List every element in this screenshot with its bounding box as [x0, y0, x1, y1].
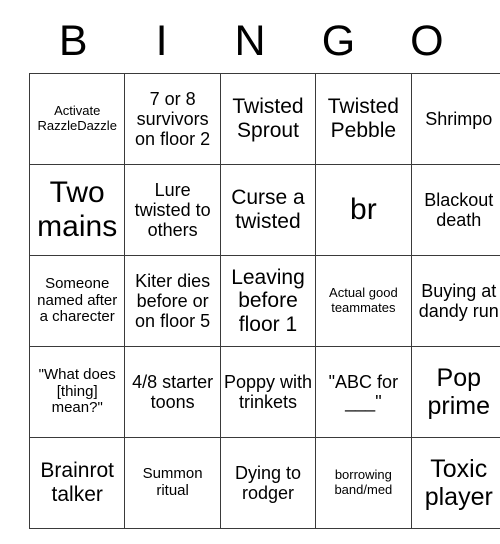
bingo-row: Brainrot talker Summon ritual Dying to r… [28, 437, 500, 529]
bingo-cell-label: Activate RazzleDazzle [37, 103, 117, 133]
bingo-cell[interactable]: Brainrot talker [28, 437, 126, 529]
header-letter-g: G [321, 17, 356, 65]
bingo-cell[interactable]: Activate RazzleDazzle [28, 73, 126, 165]
bingo-cell-label: Two mains [37, 176, 118, 243]
bingo-row: Two mains Lure twisted to others Curse a… [28, 164, 500, 256]
bingo-cell[interactable]: Curse a twisted [219, 164, 317, 256]
bingo-cell[interactable]: Kiter dies before or on floor 5 [124, 255, 221, 347]
header-letter-i: I [155, 17, 168, 65]
header-letter-b: B [58, 17, 88, 65]
bingo-cell[interactable]: Dying to rodger [219, 437, 317, 529]
bingo-grid: Activate RazzleDazzle 7 or 8 survivors o… [28, 73, 500, 529]
bingo-cell[interactable]: 4/8 starter toons [124, 346, 221, 438]
bingo-header: B I N G O [29, 10, 471, 73]
bingo-cell-label: Poppy with trinkets [223, 371, 312, 412]
bingo-cell[interactable]: "What does [thing] mean?" [28, 346, 126, 438]
bingo-cell[interactable]: Summon ritual [124, 437, 221, 529]
bingo-row: Someone named after a charecter Kiter di… [28, 255, 500, 347]
bingo-cell[interactable]: Buying at dandy run [410, 255, 500, 347]
bingo-cell[interactable]: Two mains [28, 164, 126, 256]
bingo-cell[interactable]: Twisted Sprout [219, 73, 317, 165]
bingo-cell-label: Toxic player [424, 455, 493, 511]
bingo-cell-label: Twisted Sprout [232, 95, 304, 142]
bingo-cell-label: Lure twisted to others [134, 179, 211, 241]
bingo-cell[interactable]: Someone named after a charecter [28, 255, 126, 347]
bingo-card: B I N G O Activate RazzleDazzle 7 or 8 s… [28, 10, 500, 529]
bingo-cell-label: Summon ritual [142, 465, 203, 499]
bingo-cell-label: br [350, 193, 377, 227]
bingo-cell-label: Blackout death [424, 189, 494, 230]
bingo-cell-label: Actual good teammates [329, 285, 398, 315]
bingo-cell-label: 4/8 starter toons [132, 371, 214, 412]
bingo-cell-label: Pop prime [427, 364, 491, 420]
bingo-cell-label: "ABC for ___" [328, 371, 399, 412]
bingo-cell[interactable]: Pop prime [410, 346, 500, 438]
bingo-cell[interactable]: borrowing band/med [315, 437, 412, 529]
bingo-cell-label: Kiter dies before or on floor 5 [135, 270, 211, 332]
bingo-cell-label: Curse a twisted [231, 186, 305, 233]
header-letter-n: N [234, 17, 266, 65]
bingo-cell-label: Dying to rodger [234, 462, 301, 503]
bingo-row: "What does [thing] mean?" 4/8 starter to… [28, 346, 500, 438]
bingo-cell[interactable]: Blackout death [410, 164, 500, 256]
bingo-cell[interactable]: Lure twisted to others [124, 164, 221, 256]
header-letter-o: O [410, 17, 444, 65]
bingo-cell[interactable]: Leaving before floor 1 [219, 255, 317, 347]
bingo-cell[interactable]: Twisted Pebble [315, 73, 412, 165]
bingo-cell[interactable]: "ABC for ___" [315, 346, 412, 438]
bingo-cell-label: 7 or 8 survivors on floor 2 [135, 88, 211, 150]
bingo-cell[interactable]: Poppy with trinkets [219, 346, 317, 438]
bingo-cell-label: Leaving before floor 1 [231, 265, 305, 336]
bingo-cell-label: Buying at dandy run [418, 280, 499, 321]
bingo-cell-label: "What does [thing] mean?" [38, 365, 116, 417]
bingo-cell[interactable]: br [315, 164, 412, 256]
bingo-cell-label: Someone named after a charecter [37, 274, 118, 326]
bingo-cell[interactable]: Toxic player [410, 437, 500, 529]
bingo-cell-label: Twisted Pebble [327, 95, 399, 142]
bingo-cell-label: Shrimpo [425, 108, 493, 129]
bingo-row: Activate RazzleDazzle 7 or 8 survivors o… [28, 73, 500, 165]
bingo-cell[interactable]: Actual good teammates [315, 255, 412, 347]
bingo-cell-label: borrowing band/med [334, 467, 393, 497]
bingo-cell[interactable]: 7 or 8 survivors on floor 2 [124, 73, 221, 165]
bingo-cell[interactable]: Shrimpo [410, 73, 500, 165]
bingo-cell-label: Brainrot talker [40, 459, 114, 506]
